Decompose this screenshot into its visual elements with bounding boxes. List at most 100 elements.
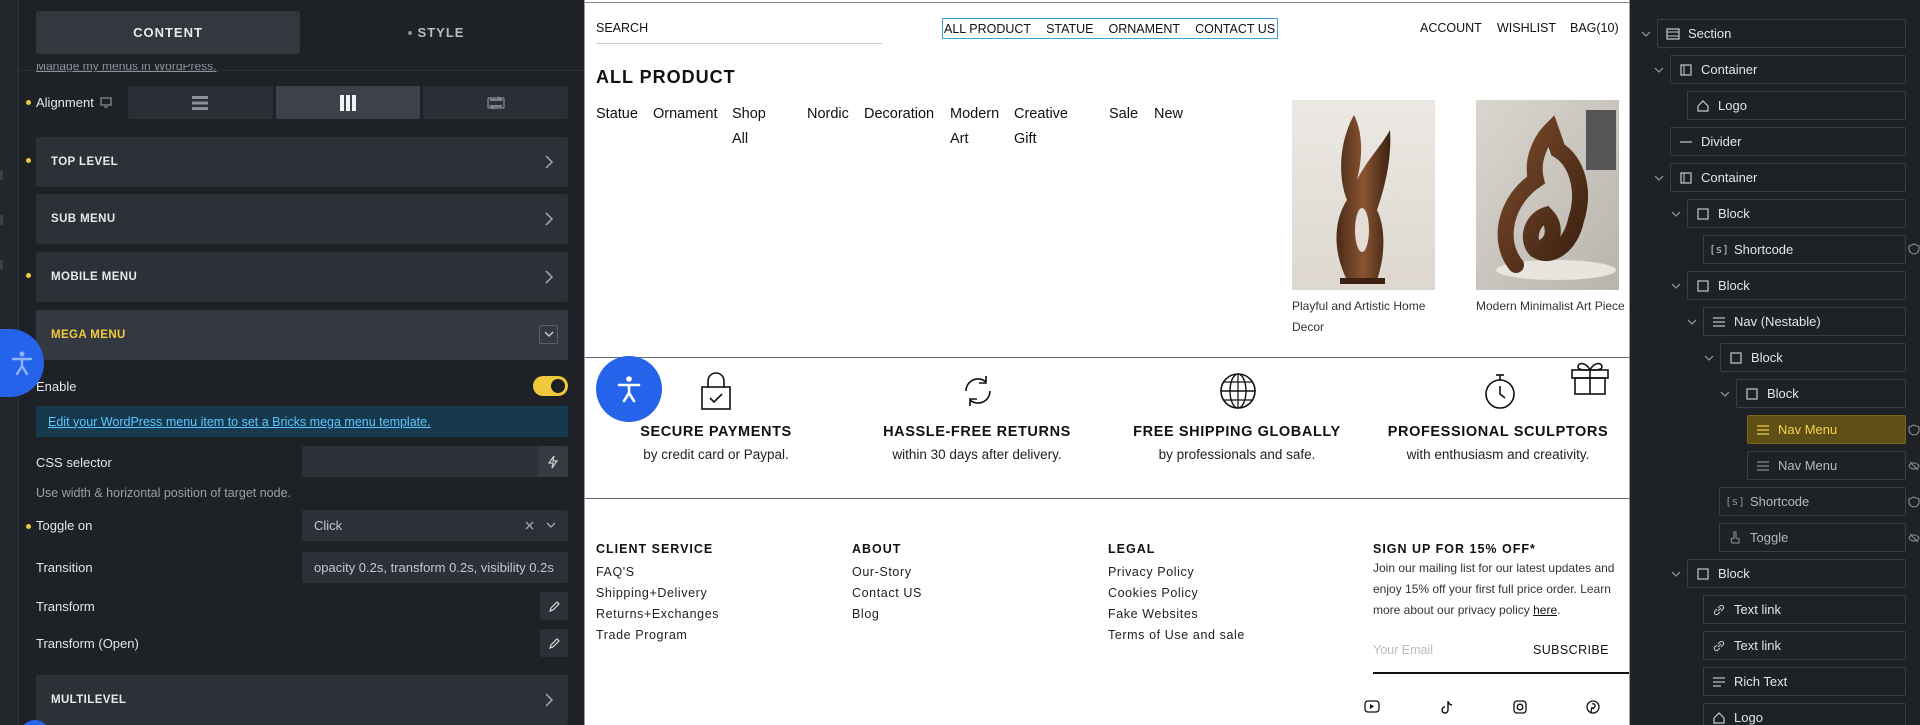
node-label: Logo	[1734, 710, 1763, 725]
product-image-2[interactable]	[1476, 100, 1619, 290]
category-sale[interactable]: Sale	[1109, 102, 1138, 127]
product-caption-1[interactable]: Playful and Artistic Home Decor	[1292, 296, 1442, 338]
feature-title-4: PROFESSIONAL SCULPTORS	[1387, 424, 1609, 440]
chevron-down-icon[interactable]	[1653, 172, 1665, 184]
divider-icon	[1671, 140, 1701, 144]
chevron-down-icon[interactable]	[1670, 208, 1682, 220]
chevron-down-icon[interactable]	[1670, 568, 1682, 580]
accessibility-widget-button[interactable]	[596, 356, 662, 422]
clear-icon[interactable]	[525, 521, 534, 530]
structure-node-container[interactable]: Container	[1670, 55, 1906, 84]
footer-link[interactable]: Fake Websites	[1108, 607, 1198, 621]
chevron-right-icon	[545, 270, 554, 284]
structure-node-block[interactable]: Block	[1687, 199, 1906, 228]
footer-link[interactable]: Trade Program	[596, 628, 687, 642]
tab-content[interactable]: CONTENT	[36, 11, 300, 54]
footer-link[interactable]: Returns+Exchanges	[596, 607, 719, 621]
section-mega-menu[interactable]: MEGA MENU	[36, 310, 568, 360]
tab-style[interactable]: STYLE	[304, 11, 568, 54]
structure-node-text-link[interactable]: Text link	[1703, 631, 1906, 660]
footer-link[interactable]: FAQ'S	[596, 565, 635, 579]
align-swap-button[interactable]	[423, 86, 569, 119]
chevron-down-icon[interactable]	[1670, 280, 1682, 292]
node-label: Block	[1767, 386, 1799, 401]
footer-link[interactable]: Our-Story	[852, 565, 912, 579]
section-top-level[interactable]: TOP LEVEL	[36, 137, 568, 187]
wishlist-link[interactable]: WISHLIST	[1497, 21, 1556, 35]
chevron-right-icon	[545, 155, 554, 169]
youtube-icon[interactable]	[1364, 700, 1380, 713]
structure-node-divider[interactable]: Divider	[1670, 127, 1906, 156]
nav-item-ornament[interactable]: ORNAMENT	[1109, 22, 1181, 36]
gift-icon[interactable]	[1568, 357, 1612, 395]
footer-link[interactable]: Privacy Policy	[1108, 565, 1194, 579]
footer-link[interactable]: Shipping+Delivery	[596, 586, 707, 600]
chevron-down-icon[interactable]	[1653, 64, 1665, 76]
chevron-down-icon[interactable]	[1703, 352, 1715, 364]
structure-node-nav-menu[interactable]: Nav Menu	[1747, 451, 1906, 480]
toggle-on-select[interactable]: Click	[302, 510, 568, 541]
structure-node-block[interactable]: Block	[1736, 379, 1906, 408]
section-sub-menu[interactable]: SUB MENU	[36, 194, 568, 244]
mega-menu-info-link[interactable]: Edit your WordPress menu item to set a B…	[36, 406, 568, 437]
category-nordic[interactable]: Nordic	[807, 102, 849, 127]
bag-link[interactable]: BAG(10)	[1570, 21, 1619, 35]
email-input[interactable]: Your Email	[1373, 643, 1433, 657]
product-caption-2[interactable]: Modern Minimalist Art Piece	[1476, 296, 1626, 317]
search-link[interactable]: SEARCH	[596, 21, 648, 35]
structure-node-shortcode[interactable]: [s] Shortcode	[1719, 487, 1906, 516]
section-mobile-menu[interactable]: MOBILE MENU	[36, 252, 568, 302]
account-link[interactable]: ACCOUNT	[1420, 21, 1482, 35]
chevron-down-icon[interactable]	[1719, 388, 1731, 400]
structure-node-logo[interactable]: Logo	[1703, 703, 1906, 725]
transform-open-edit-button[interactable]	[540, 629, 568, 657]
structure-node-block[interactable]: Block	[1720, 343, 1906, 372]
structure-node-text-link[interactable]: Text link	[1703, 595, 1906, 624]
structure-node-logo[interactable]: Logo	[1687, 91, 1906, 120]
css-selector-input[interactable]	[302, 446, 568, 477]
divider	[19, 70, 584, 71]
chevron-down-icon[interactable]	[1686, 316, 1698, 328]
align-stack-button[interactable]	[128, 86, 273, 119]
footer-link[interactable]: Cookies Policy	[1108, 586, 1198, 600]
feature-title-1: SECURE PAYMENTS	[640, 424, 792, 440]
structure-node-section[interactable]: Section	[1657, 19, 1906, 48]
instagram-icon[interactable]	[1513, 700, 1527, 714]
structure-node-container[interactable]: Container	[1670, 163, 1906, 192]
tiktok-icon[interactable]	[1440, 700, 1454, 715]
product-image-1[interactable]	[1292, 100, 1435, 290]
chevron-down-icon[interactable]	[1640, 28, 1652, 40]
section-multilevel[interactable]: MULTILEVEL	[36, 675, 568, 725]
container-icon	[1671, 63, 1701, 76]
transition-input[interactable]: opacity 0.2s, transform 0.2s, visibility…	[302, 552, 568, 583]
footer-link[interactable]: Blog	[852, 607, 879, 621]
structure-node-rich-text[interactable]: Rich Text	[1703, 667, 1906, 696]
structure-node-block[interactable]: Block	[1687, 271, 1906, 300]
nav-item-all-product[interactable]: ALL PRODUCT	[944, 22, 1031, 36]
structure-node-nav-nestable[interactable]: Nav (Nestable)	[1703, 307, 1906, 336]
category-new[interactable]: New	[1154, 102, 1183, 127]
privacy-link[interactable]: here	[1533, 603, 1557, 617]
feature-sub-4: with enthusiasm and creativity.	[1406, 447, 1590, 462]
footer-link[interactable]: Terms of Use and sale	[1108, 628, 1245, 642]
category-statue[interactable]: Statue	[596, 102, 638, 127]
dynamic-data-button[interactable]	[538, 446, 568, 477]
category-modern-art[interactable]: Modern Art	[950, 102, 1005, 152]
category-creative-gift[interactable]: Creative Gift	[1014, 102, 1074, 152]
nav-item-statue[interactable]: STATUE	[1046, 22, 1093, 36]
pinterest-icon[interactable]	[1586, 700, 1600, 714]
align-columns-button[interactable]	[275, 86, 421, 119]
category-decoration[interactable]: Decoration	[864, 102, 934, 127]
enable-toggle[interactable]	[533, 376, 568, 396]
subscribe-button[interactable]: SUBSCRIBE	[1533, 643, 1609, 657]
category-ornament[interactable]: Ornament	[653, 102, 717, 127]
transform-edit-button[interactable]	[540, 592, 568, 620]
structure-node-shortcode[interactable]: [s] Shortcode	[1703, 235, 1906, 264]
transform-open-label: Transform (Open)	[36, 636, 139, 651]
structure-node-toggle[interactable]: Toggle	[1719, 523, 1906, 552]
nav-item-contact-us[interactable]: CONTACT US	[1195, 22, 1275, 36]
footer-link[interactable]: Contact US	[852, 586, 922, 600]
structure-node-nav-menu-active[interactable]: Nav Menu	[1747, 415, 1906, 444]
category-shop-all[interactable]: Shop All	[732, 102, 772, 152]
structure-node-block[interactable]: Block	[1687, 559, 1906, 588]
